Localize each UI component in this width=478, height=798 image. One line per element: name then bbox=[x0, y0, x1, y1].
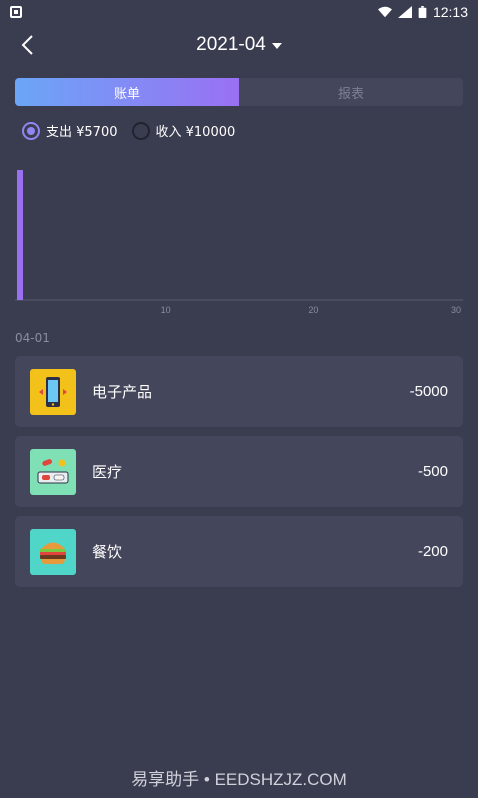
caret-down-icon bbox=[271, 43, 282, 49]
status-icons: 12:13 bbox=[377, 4, 468, 20]
notification-icon bbox=[10, 6, 22, 18]
amount: -5000 bbox=[409, 383, 448, 400]
category-name: 餐饮 bbox=[92, 543, 123, 561]
expense-label: 支出 ¥5700 bbox=[46, 125, 118, 140]
list-item[interactable]: 医疗 -500 bbox=[15, 436, 463, 507]
x-tick-label: 10 bbox=[161, 305, 171, 315]
radio-unchecked-icon bbox=[131, 121, 150, 140]
month-selector[interactable]: 2021-04 bbox=[0, 34, 478, 56]
chart-bar bbox=[17, 170, 23, 300]
x-tick-label: 30 bbox=[451, 305, 461, 315]
income-toggle[interactable]: 收入 ¥10000 bbox=[131, 121, 236, 140]
income-label: 收入 ¥10000 bbox=[155, 125, 236, 140]
list-item[interactable]: 电子产品 -5000 bbox=[15, 356, 463, 427]
chart-svg: 10 20 30 bbox=[15, 170, 463, 315]
medicine-icon bbox=[30, 448, 76, 495]
tab-report[interactable]: 报表 bbox=[239, 78, 463, 106]
status-time: 12:13 bbox=[432, 4, 468, 20]
amount: -500 bbox=[417, 463, 448, 480]
transaction-list: 电子产品 -5000 医疗 -500 餐饮 -200 bbox=[15, 356, 463, 596]
list-item[interactable]: 餐饮 -200 bbox=[15, 516, 463, 587]
category-name: 电子产品 bbox=[92, 383, 153, 401]
legend: 支出 ¥5700 收入 ¥10000 bbox=[22, 121, 235, 140]
header: 2021-04 bbox=[0, 24, 478, 70]
tab-bar: 账单 报表 bbox=[15, 78, 463, 106]
burger-icon bbox=[30, 528, 76, 575]
watermark: 易享助手 • EEDSHZJZ.COM bbox=[131, 770, 347, 789]
phone-icon bbox=[30, 368, 76, 415]
wifi-icon bbox=[377, 6, 392, 18]
tab-bill[interactable]: 账单 bbox=[15, 78, 239, 106]
radio-checked-icon bbox=[22, 121, 40, 140]
expense-toggle[interactable]: 支出 ¥5700 bbox=[22, 121, 118, 140]
status-bar: 12:13 bbox=[0, 0, 478, 24]
date-group-label: 04-01 bbox=[15, 331, 50, 345]
amount: -200 bbox=[417, 543, 448, 560]
battery-icon bbox=[418, 6, 427, 18]
x-tick-label: 20 bbox=[308, 305, 318, 315]
page-title: 2021-04 bbox=[196, 34, 266, 55]
category-name: 医疗 bbox=[92, 463, 123, 481]
signal-icon bbox=[397, 6, 412, 18]
expense-chart: 10 20 30 bbox=[15, 160, 463, 320]
